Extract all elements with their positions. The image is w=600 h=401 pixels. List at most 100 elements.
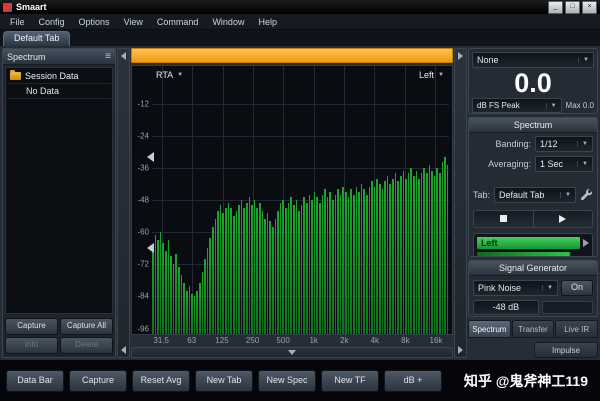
meter-play-icon[interactable] [583, 238, 589, 247]
level-marker-bottom[interactable] [147, 242, 154, 253]
wrench-icon[interactable] [580, 188, 593, 201]
rta-bar [285, 208, 287, 334]
rta-bar [303, 197, 305, 334]
x-tick-label: 2k [340, 336, 349, 345]
collapse-left-icon[interactable] [121, 52, 126, 60]
meter-source-value: None [477, 55, 499, 65]
collapse-right-bottom-icon[interactable] [458, 346, 463, 354]
generator-level-display[interactable]: -48 dB [473, 300, 539, 316]
averaging-dropdown[interactable]: 1 Sec ▼ [535, 155, 593, 172]
rta-bar [334, 194, 337, 334]
rta-bar [350, 189, 352, 334]
rta-bar [209, 237, 212, 334]
x-tick-label: 16k [429, 336, 443, 345]
bottom-button-db-[interactable]: dB + [384, 369, 442, 392]
averaging-value: 1 Sec [540, 158, 564, 169]
minimize-button[interactable]: _ [548, 0, 563, 14]
rta-bar [172, 264, 175, 334]
mode-tab-transfer[interactable]: Transfer [511, 320, 555, 338]
tab-default[interactable]: Default Tab [3, 31, 71, 46]
rta-bar [152, 248, 154, 334]
menu-help[interactable]: Help [251, 17, 284, 27]
stop-button[interactable] [474, 211, 533, 227]
menu-file[interactable]: File [3, 17, 32, 27]
banding-dropdown[interactable]: 1/12 ▼ [535, 135, 593, 152]
rta-bar [217, 210, 219, 334]
graph-status-banner[interactable] [131, 48, 453, 63]
maximize-button[interactable]: □ [565, 0, 580, 14]
menu-command[interactable]: Command [150, 17, 206, 27]
capture-button[interactable]: Capture [5, 318, 58, 335]
generator-level-slider[interactable] [541, 301, 593, 315]
bottom-button-new-tab[interactable]: New Tab [195, 369, 253, 392]
menu-view[interactable]: View [117, 17, 150, 27]
x-tick-label: 63 [187, 336, 197, 345]
level-marker-top[interactable] [147, 151, 154, 162]
menu-options[interactable]: Options [72, 17, 117, 27]
averaging-row: Averaging: 1 Sec ▼ [469, 153, 597, 173]
rta-bar [282, 200, 285, 334]
rta-bar [258, 202, 261, 334]
capture-all-button[interactable]: Capture All [60, 318, 113, 335]
stop-icon [499, 215, 507, 222]
meter-source-dropdown[interactable]: None ▼ [472, 52, 594, 68]
measurement-type-dropdown[interactable]: RTA ▼ [156, 70, 183, 80]
rta-bar [206, 248, 209, 334]
bottom-button-reset-avg[interactable]: Reset Avg [132, 369, 190, 392]
rta-bar [204, 258, 206, 334]
y-tick-label: -84 [137, 291, 149, 301]
bottom-button-capture[interactable]: Capture [69, 369, 127, 392]
mode-tab-live-ir[interactable]: Live IR [555, 320, 599, 338]
tree-folder-label: Session Data [25, 71, 79, 81]
rta-bar [376, 178, 379, 334]
tree-folder-session-data[interactable]: Session Data [7, 69, 111, 84]
rta-bar [389, 183, 392, 334]
collapse-left-bottom-icon[interactable] [121, 346, 126, 354]
generator-on-button[interactable]: On [561, 280, 593, 297]
menu-config[interactable]: Config [32, 17, 72, 27]
sidebar-menu-icon[interactable]: ≡ [105, 51, 111, 62]
app-icon [3, 2, 12, 12]
rta-bar [196, 291, 198, 334]
input-level-meter[interactable]: Left [473, 232, 593, 257]
rta-bar [248, 197, 251, 334]
info-button[interactable]: Info [5, 337, 58, 354]
graph-right-strip[interactable] [454, 48, 467, 358]
tree-item-no-data[interactable]: No Data [7, 84, 111, 99]
smaart-window: Smaart _ □ × File Config Options View Comman… [0, 0, 600, 401]
rta-bar [352, 194, 355, 334]
graph-left-strip[interactable] [117, 48, 130, 358]
meter-unit-dropdown[interactable]: dB FS Peak ▼ [472, 98, 562, 113]
rta-bar [167, 240, 170, 334]
delete-button[interactable]: Delete [60, 337, 113, 354]
window-title: Smaart [16, 2, 47, 12]
generator-level-row: -48 dB [469, 296, 597, 316]
menu-window[interactable]: Window [205, 17, 251, 27]
bottom-button-new-tf[interactable]: New TF [321, 369, 379, 392]
input-meter-label: Left [481, 237, 498, 248]
rta-bar [277, 210, 279, 334]
channel-dropdown[interactable]: Left ▼ [419, 70, 444, 80]
collapse-right-icon[interactable] [458, 52, 463, 60]
mode-tab-spectrum[interactable]: Spectrum [468, 320, 511, 338]
meter-footer: dB FS Peak ▼ Max 0.0 [472, 98, 594, 113]
bottom-button-new-spec[interactable]: New Spec [258, 369, 316, 392]
rta-bar [332, 200, 334, 334]
generator-type-dropdown[interactable]: Pink Noise ▼ [473, 280, 558, 297]
rta-bar [431, 170, 433, 334]
rta-bar [290, 197, 292, 334]
graph-collapse-handle[interactable] [131, 347, 453, 358]
rta-bar [433, 175, 436, 334]
control-panel: None ▼ 0.0 dB FS Peak ▼ Max 0.0 Spectrum… [468, 48, 599, 358]
bottom-button-data-bar[interactable]: Data Bar [6, 369, 64, 392]
input-meter-bar: Left [477, 236, 580, 249]
play-button[interactable] [532, 210, 593, 227]
input-meter-row: Left [477, 236, 589, 249]
rta-bar [180, 275, 183, 334]
impulse-button[interactable]: Impulse [534, 342, 598, 358]
rta-plot[interactable]: -12 -24 -36 -48 -60 -72 -84 -96 RTA ▼ Left ▼ [131, 65, 453, 335]
close-button[interactable]: × [582, 0, 597, 14]
title-bar[interactable]: Smaart _ □ × [0, 0, 600, 14]
tab-select-dropdown[interactable]: Default Tab ▼ [494, 186, 576, 203]
y-tick-label: -72 [137, 259, 149, 269]
